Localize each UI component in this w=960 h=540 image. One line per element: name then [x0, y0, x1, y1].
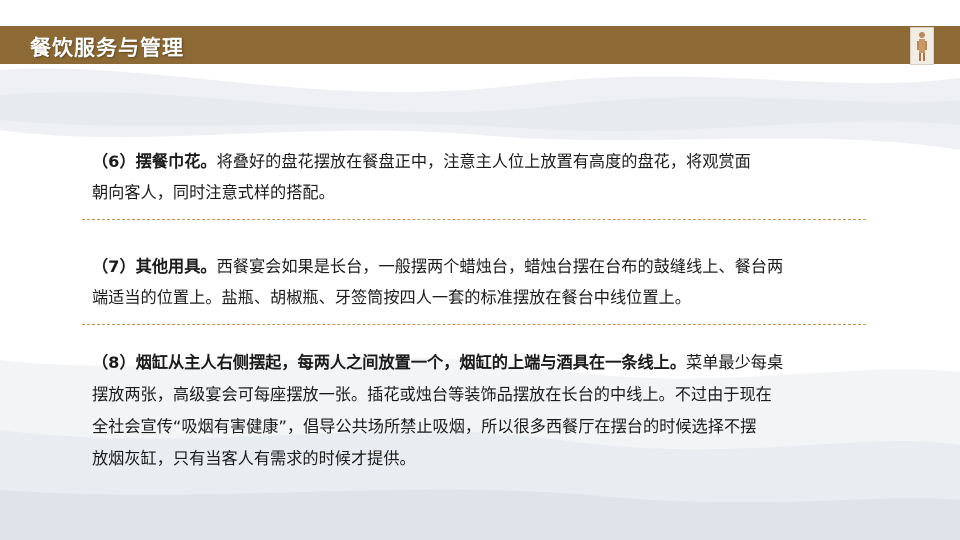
body-text: 端适当的位置上。盐瓶、胡椒瓶、牙签筒按四人一套的标准摆放在餐台中线位置上。: [92, 288, 691, 307]
text-line: （8）烟缸从主人右侧摆起，每两人之间放置一个，烟缸的上端与酒具在一条线上。菜单最…: [92, 347, 864, 379]
bold-text: （7）其他用具。: [92, 257, 217, 276]
dashed-divider: [82, 219, 866, 220]
dashed-divider: [82, 324, 866, 325]
main-content: （6）摆餐巾花。将叠好的盘花摆放在餐盘正中，注意主人位上放置有高度的盘花，将观赏…: [0, 0, 960, 540]
text-line: 端适当的位置上。盐瓶、胡椒瓶、牙签筒按四人一套的标准摆放在餐台中线位置上。: [92, 282, 864, 313]
body-text: 摆放两张，高级宴会可每座摆放一张。插花或烛台等装饰品摆放在长台的中线上。不过由于…: [92, 385, 772, 404]
paragraph-utensils: （7）其他用具。西餐宴会如果是长台，一般摆两个蜡烛台，蜡烛台摆在台布的鼓缝线上、…: [92, 251, 864, 313]
text-line: （6）摆餐巾花。将叠好的盘花摆放在餐盘正中，注意主人位上放置有高度的盘花，将观赏…: [92, 146, 864, 177]
bold-text: （6）摆餐巾花。: [92, 152, 217, 171]
body-text: 菜单最少每桌: [686, 353, 784, 372]
body-text: 将叠好的盘花摆放在餐盘正中，注意主人位上放置有高度的盘花，将观赏面: [216, 152, 751, 171]
text-line: 全社会宣传“吸烟有害健康”，倡导公共场所禁止吸烟，所以很多西餐厅在摆台的时候选择…: [92, 411, 864, 443]
text-line: 放烟灰缸，只有当客人有需求的时候才提供。: [92, 443, 864, 475]
text-line: 摆放两张，高级宴会可每座摆放一张。插花或烛台等装饰品摆放在长台的中线上。不过由于…: [92, 379, 864, 411]
body-text: 西餐宴会如果是长台，一般摆两个蜡烛台，蜡烛台摆在台布的鼓缝线上、餐台两: [216, 257, 784, 276]
text-line: 朝向客人，同时注意式样的搭配。: [92, 177, 864, 208]
text-line: （7）其他用具。西餐宴会如果是长台，一般摆两个蜡烛台，蜡烛台摆在台布的鼓缝线上、…: [92, 251, 864, 282]
paragraph-napkin: （6）摆餐巾花。将叠好的盘花摆放在餐盘正中，注意主人位上放置有高度的盘花，将观赏…: [92, 146, 864, 208]
paragraph-ashtray: （8）烟缸从主人右侧摆起，每两人之间放置一个，烟缸的上端与酒具在一条线上。菜单最…: [92, 347, 864, 475]
body-text: 朝向客人，同时注意式样的搭配。: [92, 183, 335, 202]
body-text: 全社会宣传“吸烟有害健康”，倡导公共场所禁止吸烟，所以很多西餐厅在摆台的时候选择…: [92, 417, 757, 436]
bold-text: （8）烟缸从主人右侧摆起，每两人之间放置一个，烟缸的上端与酒具在一条线上。: [92, 353, 687, 372]
body-text: 放烟灰缸，只有当客人有需求的时候才提供。: [92, 449, 416, 468]
